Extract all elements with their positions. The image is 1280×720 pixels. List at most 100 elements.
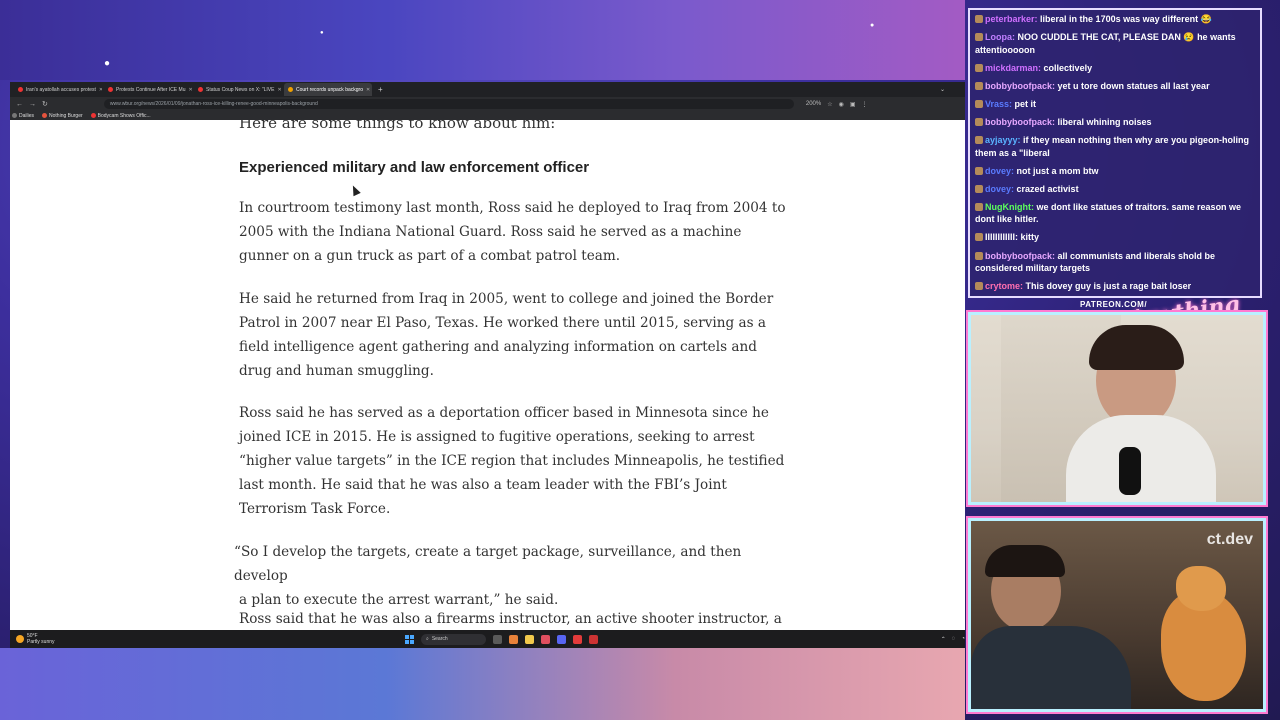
forward-arrow-icon[interactable]: → — [29, 101, 36, 108]
chat-message: Vrass: pet it — [975, 98, 1255, 111]
chat-text: crazed activist — [1016, 183, 1079, 194]
chat-username[interactable]: ayjayyy: — [985, 135, 1021, 145]
chat-message: peterbarker: liberal in the 1700s was wa… — [975, 13, 1255, 26]
headphones-icon — [985, 545, 1065, 577]
webcam-secondary: ct.dev — [968, 518, 1266, 712]
tray-app-icon[interactable]: ◌ — [952, 636, 956, 643]
stream-chat: peterbarker: liberal in the 1700s was wa… — [968, 8, 1262, 298]
cat-head — [1176, 566, 1226, 611]
weather-widget[interactable]: 50°F Partly sunny — [16, 633, 55, 645]
taskbar-apps: ⌕ Search — [405, 633, 598, 645]
address-bar: ← → ↻ www.wbur.org/news/2026/01/09/jonat… — [10, 97, 965, 111]
search-icon: ⌕ — [426, 636, 429, 642]
tray-app-icon[interactable]: ◔ — [961, 636, 965, 643]
chat-badge-icon — [975, 202, 983, 211]
close-tab-icon[interactable]: ✕ — [188, 87, 192, 93]
chat-message: dovey: crazed activist — [975, 183, 1255, 196]
article-content: Here are some things to know about him: … — [10, 120, 965, 630]
app-icon[interactable] — [573, 634, 582, 644]
system-tray: ⌃ ◌ ◔ — [941, 636, 965, 643]
chat-username[interactable]: IIIIIIIIIIII: — [985, 232, 1018, 242]
taskbar-search[interactable]: ⌕ Search — [421, 633, 486, 645]
chat-message: NugKnight: we dont like statues of trait… — [975, 201, 1255, 226]
bookmark-item[interactable]: Nothing Burger — [42, 113, 83, 119]
chat-message: bobbyboofpack: liberal whining noises — [975, 116, 1255, 129]
youtube-favicon-icon — [108, 87, 113, 92]
chat-badge-icon — [975, 282, 983, 291]
file-explorer-icon[interactable] — [525, 634, 534, 644]
windows-start-icon[interactable] — [405, 634, 414, 644]
chat-message: bobbyboofpack: yet u tore down statues a… — [975, 80, 1255, 93]
chat-badge-icon — [975, 81, 983, 90]
webcam-streamer — [968, 312, 1266, 505]
browser-tab-active[interactable]: Court records unpack backgro ✕ — [284, 83, 372, 96]
chat-username[interactable]: bobbyboofpack: — [985, 251, 1055, 261]
chat-badge-icon — [975, 166, 983, 175]
chat-message: crytome: This dovey guy is just a rage b… — [975, 280, 1255, 293]
youtube-favicon-icon — [18, 87, 23, 92]
chat-badge-icon — [975, 233, 983, 242]
chat-badge-icon — [975, 63, 983, 72]
article-paragraph: Ross said he has served as a deportation… — [239, 405, 785, 517]
close-tab-icon[interactable]: ✕ — [277, 87, 281, 93]
chat-username[interactable]: mickdarman: — [985, 63, 1041, 73]
chat-badge-icon — [975, 136, 983, 145]
tab-list-chevron-icon[interactable]: ⌄ — [940, 86, 945, 93]
chat-message: ayjayyy: if they mean nothing then why a… — [975, 134, 1255, 159]
task-view-icon[interactable] — [493, 634, 502, 644]
bookmark-item[interactable]: Dailies — [12, 113, 34, 119]
bookmark-favicon-icon — [42, 113, 48, 118]
bookmark-item[interactable]: Bodycam Shows Offic... — [90, 113, 151, 119]
chat-badge-icon — [975, 99, 983, 108]
chat-username[interactable]: bobbyboofpack: — [985, 81, 1055, 91]
microphone-icon — [1119, 447, 1141, 495]
close-tab-icon[interactable]: ✕ — [99, 87, 102, 93]
chat-badge-icon — [975, 251, 983, 260]
discord-icon[interactable] — [557, 634, 566, 644]
folder-icon — [12, 113, 17, 118]
wbur-favicon-icon — [288, 87, 293, 92]
browser-window: Iran's ayatollah accuses protest ✕ Protes… — [10, 82, 965, 648]
cam-watermark: ct.dev — [1206, 531, 1253, 548]
browser-toolbar: 200% ☆ ◉ ▣ ⋮ — [806, 101, 868, 108]
app-icon[interactable] — [509, 634, 518, 644]
chat-username[interactable]: dovey: — [985, 166, 1014, 176]
extension-icon[interactable]: ◉ — [839, 101, 844, 108]
tab-bar: Iran's ayatollah accuses protest ✕ Protes… — [10, 82, 965, 97]
chat-username[interactable]: NugKnight: — [985, 202, 1034, 212]
new-tab-icon[interactable]: + — [378, 85, 383, 94]
chat-message: Loopa: NOO CUDDLE THE CAT, PLEASE DAN 😢 … — [975, 31, 1255, 56]
star-decoration: ● — [320, 30, 324, 36]
chat-username[interactable]: crytome: — [985, 281, 1023, 291]
chat-text: This dovey guy is just a rage bait loser — [1025, 281, 1192, 292]
url-field[interactable]: www.wbur.org/news/2026/01/09/jonathan-ro… — [103, 99, 794, 109]
article-paragraph: He said he returned from Iraq in 2005, w… — [239, 291, 774, 379]
streamer-hair — [1089, 325, 1184, 370]
close-tab-icon[interactable]: ✕ — [366, 87, 370, 93]
chat-text: not just a mom btw — [1016, 165, 1099, 176]
star-decoration: ● — [870, 22, 875, 29]
browser-tab[interactable]: Protests Continue After ICE Mu ✕ — [104, 83, 192, 96]
zoom-level[interactable]: 200% — [806, 101, 821, 108]
browser-tab[interactable]: Iran's ayatollah accuses protest ✕ — [14, 83, 102, 96]
app-icon[interactable] — [589, 634, 598, 644]
back-arrow-icon[interactable]: ← — [16, 101, 23, 108]
chat-badge-icon — [975, 117, 983, 126]
chat-username[interactable]: peterbarker: — [985, 14, 1038, 24]
reload-icon[interactable]: ↻ — [42, 100, 48, 108]
chat-text: collectively — [1043, 62, 1093, 73]
chat-username[interactable]: Vrass: — [985, 99, 1012, 109]
menu-icon[interactable]: ⋮ — [862, 101, 868, 108]
chat-username[interactable]: bobbyboofpack: — [985, 117, 1055, 127]
browser-tab[interactable]: Status Coup News on X: "LIVE ✕ — [194, 83, 282, 96]
chat-username[interactable]: dovey: — [985, 184, 1014, 194]
bookmark-star-icon[interactable]: ☆ — [827, 101, 832, 108]
extension-icon[interactable]: ▣ — [850, 101, 856, 108]
chat-text: yet u tore down statues all last year — [1057, 80, 1210, 91]
article-paragraph: Ross said that he was also a firearms in… — [239, 611, 782, 627]
sun-icon — [16, 635, 24, 643]
tray-chevron-icon[interactable]: ⌃ — [941, 636, 946, 643]
app-icon[interactable] — [541, 634, 550, 644]
chat-message: mickdarman: collectively — [975, 62, 1255, 75]
chat-username[interactable]: Loopa: — [985, 32, 1015, 42]
